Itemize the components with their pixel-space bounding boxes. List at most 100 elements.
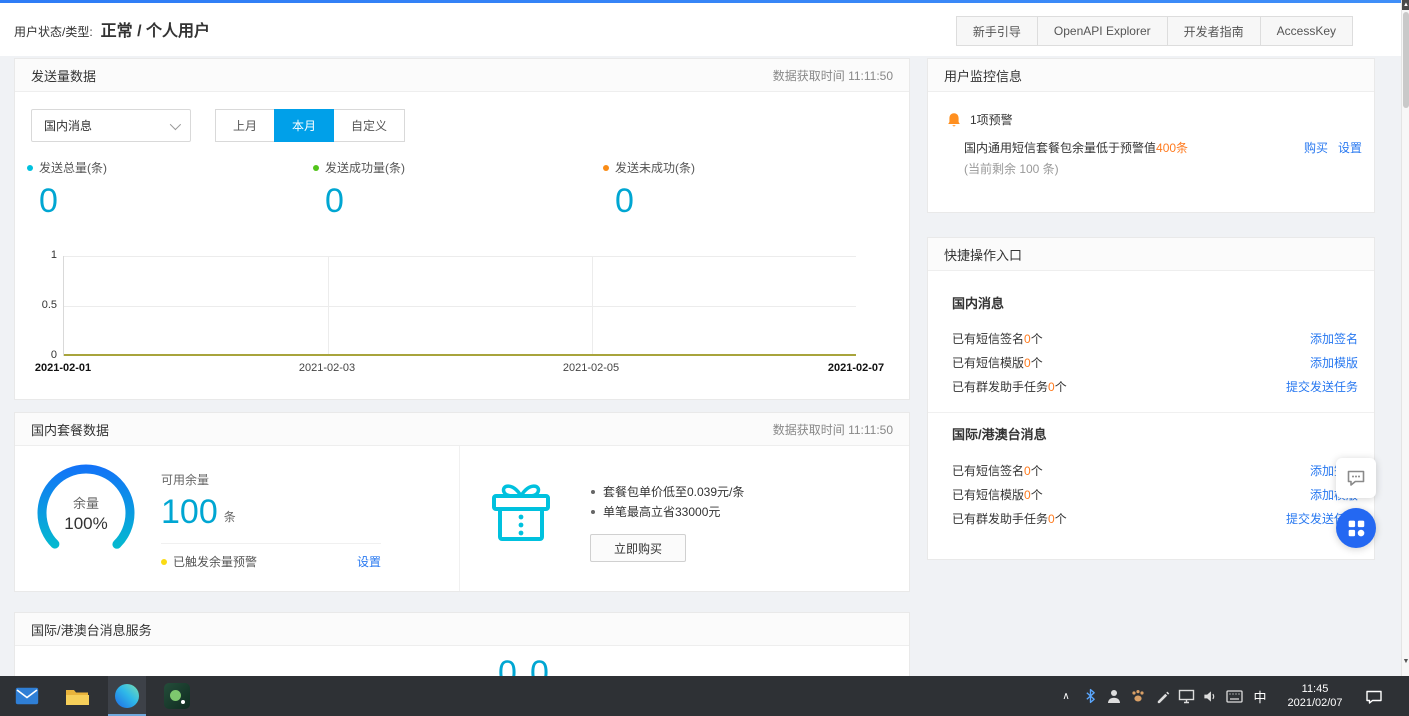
stat-total-sent-value: 0 — [39, 184, 107, 218]
domestic-package-card-header: 国内套餐数据 数据获取时间 11:11:50 — [15, 413, 909, 446]
remaining-gauge: 余量 100% — [31, 458, 141, 568]
domestic-package-card: 国内套餐数据 数据获取时间 11:11:50 余量 100% — [14, 412, 910, 592]
nav-button-accesskey[interactable]: AccessKey — [1260, 16, 1353, 46]
clock-time: 11:45 — [1284, 682, 1346, 696]
speaker-icon[interactable] — [1200, 686, 1220, 706]
chat-bubble-icon — [1345, 467, 1367, 489]
gridline-h — [64, 306, 856, 307]
add-signature-link[interactable]: 添加签名 — [1310, 330, 1358, 347]
mail-app-icon[interactable] — [14, 683, 40, 709]
row-label: 已有短信模版 — [952, 488, 1024, 502]
console-content: 发送量数据 数据获取时间 11:11:50 国内消息 上月 本月 自定义 发送总… — [0, 56, 1401, 676]
bluetooth-icon[interactable] — [1080, 686, 1100, 706]
scroll-down-arrow-icon[interactable]: ▼ — [1402, 656, 1409, 668]
paw-tray-icon[interactable] — [1128, 686, 1148, 706]
row-count: 0 — [1024, 464, 1031, 478]
section-heading-domestic: 国内消息 — [952, 293, 1004, 312]
available-quota-label: 可用余量 — [161, 471, 209, 488]
user-monitor-card-title: 用户监控信息 — [944, 66, 1022, 85]
action-center-icon[interactable] — [1364, 687, 1384, 707]
buy-now-button[interactable]: 立即购买 — [590, 534, 686, 562]
pen-tray-icon[interactable] — [1152, 686, 1172, 706]
x-tick-0201: 2021-02-01 — [35, 362, 91, 374]
tab-last-month[interactable]: 上月 — [215, 109, 275, 142]
period-tabs: 上月 本月 自定义 — [216, 109, 405, 142]
page-scrollbar[interactable]: ▲ ▼ — [1401, 0, 1409, 676]
tray-chevron-up-icon[interactable]: ∧ — [1056, 686, 1076, 706]
alert-count-text: 1项预警 — [970, 111, 1013, 128]
stat-failed-sent: 发送未成功(条) 0 — [603, 159, 695, 218]
intl-message-card-title: 国际/港澳台消息服务 — [31, 620, 152, 639]
row-unit: 个 — [1055, 512, 1067, 526]
row-unit: 个 — [1031, 464, 1043, 478]
gift-icon — [483, 475, 559, 554]
quick-row-intl-batch: 已有群发助手任务0个 提交发送任务 — [952, 510, 1358, 527]
chevron-down-icon — [170, 118, 181, 129]
message-type-dropdown[interactable]: 国内消息 — [31, 109, 191, 142]
domestic-package-fetch-time: 数据获取时间 11:11:50 — [773, 421, 893, 438]
help-nav-group: 新手引导 OpenAPI Explorer 开发者指南 AccessKey — [957, 16, 1353, 46]
tab-this-month[interactable]: 本月 — [274, 109, 334, 142]
stat-success-sent-label: 发送成功量(条) — [325, 159, 405, 176]
intl-message-card: 国际/港澳台消息服务 0 0 — [14, 612, 910, 676]
gridline-h — [64, 256, 856, 257]
nav-button-beginner-guide[interactable]: 新手引导 — [956, 16, 1038, 46]
submit-send-task-link[interactable]: 提交发送任务 — [1286, 378, 1358, 395]
quick-actions-card-header: 快捷操作入口 — [928, 238, 1374, 271]
alert-detail-prefix: 国内通用短信套餐包余量低于预警值 — [964, 141, 1156, 155]
alert-settings-link[interactable]: 设置 — [1338, 139, 1362, 156]
card-divider — [459, 446, 460, 591]
send-volume-card: 发送量数据 数据获取时间 11:11:50 国内消息 上月 本月 自定义 发送总… — [14, 58, 910, 400]
mini-console-button[interactable] — [1336, 508, 1376, 548]
alert-buy-link[interactable]: 购买 — [1304, 139, 1328, 156]
clock-date: 2021/02/07 — [1284, 696, 1346, 710]
promo-point-1: 套餐包单价低至0.039元/条 — [591, 483, 744, 500]
domestic-package-card-title: 国内套餐数据 — [31, 420, 109, 439]
user-monitor-card: 用户监控信息 1项预警 国内通用短信套餐包余量低于预警值400条 购买 设置 (… — [927, 58, 1375, 213]
cyan-dot-icon — [27, 165, 33, 171]
feedback-chat-button[interactable] — [1336, 458, 1376, 498]
section-heading-intl: 国际/港澳台消息 — [952, 424, 1047, 443]
gridline-v — [592, 256, 593, 355]
file-explorer-icon[interactable] — [64, 683, 90, 709]
touch-keyboard-icon[interactable] — [1224, 686, 1244, 706]
ime-indicator[interactable]: 中 — [1250, 686, 1270, 706]
row-label: 已有短信签名 — [952, 332, 1024, 346]
console-topbar: 用户状态/类型: 正常 / 个人用户 新手引导 OpenAPI Explorer… — [0, 3, 1401, 56]
row-count: 0 — [1024, 356, 1031, 370]
alarm-bell-icon — [946, 112, 962, 128]
apps-grid-icon — [1345, 517, 1367, 539]
quota-warning-settings-link[interactable]: 设置 — [357, 553, 381, 570]
available-quota: 100 条 — [161, 495, 236, 529]
message-type-dropdown-value: 国内消息 — [44, 117, 92, 134]
taskbar-clock[interactable]: 11:45 2021/02/07 — [1284, 682, 1346, 710]
add-template-link[interactable]: 添加模版 — [1310, 354, 1358, 371]
scroll-up-arrow-icon[interactable]: ▲ — [1402, 0, 1409, 10]
nav-button-openapi-explorer[interactable]: OpenAPI Explorer — [1037, 16, 1168, 46]
gauge-text: 余量 100% — [31, 458, 141, 568]
promo-point-2: 单笔最高立省33000元 — [591, 503, 720, 520]
stat-total-sent: 发送总量(条) 0 — [27, 159, 107, 218]
user-status-value: 正常 / 个人用户 — [101, 17, 210, 41]
green-dot-icon — [313, 165, 319, 171]
bullet-icon — [591, 510, 595, 514]
yellow-dot-icon — [161, 559, 167, 565]
stat-success-sent-value: 0 — [325, 184, 405, 218]
stat-failed-sent-label: 发送未成功(条) — [615, 159, 695, 176]
row-label: 已有短信签名 — [952, 464, 1024, 478]
tab-custom[interactable]: 自定义 — [333, 109, 405, 142]
stat-failed-sent-value: 0 — [615, 184, 695, 218]
scrollbar-thumb[interactable] — [1403, 12, 1409, 108]
nav-button-developer-guide[interactable]: 开发者指南 — [1167, 16, 1261, 46]
x-tick-0203: 2021-02-03 — [299, 362, 355, 374]
x-tick-0205: 2021-02-05 — [563, 362, 619, 374]
pinned-app-icon[interactable] — [164, 683, 190, 709]
alert-count-row: 1项预警 — [946, 111, 1013, 128]
orange-dot-icon — [603, 165, 609, 171]
user-monitor-card-header: 用户监控信息 — [928, 59, 1374, 92]
quota-warning-row: 已触发余量预警 设置 — [161, 553, 381, 570]
user-tray-icon[interactable] — [1104, 686, 1124, 706]
chart-series-line — [64, 354, 856, 356]
edge-browser-icon[interactable] — [114, 683, 140, 709]
display-tray-icon[interactable] — [1176, 686, 1196, 706]
